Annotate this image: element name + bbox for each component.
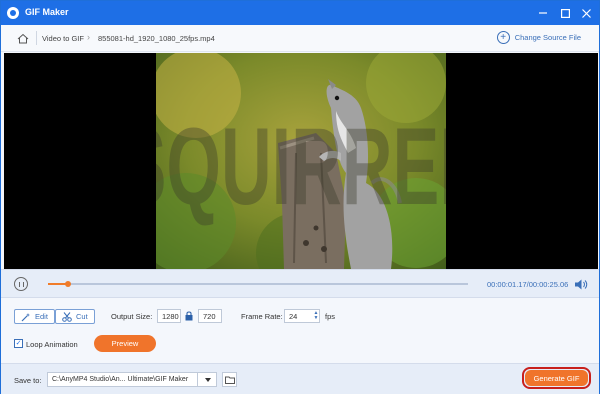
save-path-field[interactable]: C:\AnyMP4 Studio\An... Ultimate\GIF Make… bbox=[47, 372, 217, 387]
folder-icon bbox=[224, 376, 235, 384]
scissors-icon bbox=[62, 311, 72, 322]
gif-maker-window: GIF Maker Video to GIF › 855081-hd_1920_… bbox=[0, 0, 600, 394]
squirrel-video-image: SQUIRREL bbox=[156, 53, 446, 269]
nav-divider bbox=[36, 31, 37, 45]
chevron-down-icon[interactable]: ▼ bbox=[314, 316, 319, 321]
volume-button[interactable] bbox=[574, 278, 588, 291]
change-source-file-button[interactable]: + Change Source File bbox=[496, 31, 581, 44]
breadcrumb-separator-icon: › bbox=[87, 32, 90, 42]
output-size-label: Output Size: bbox=[111, 312, 153, 321]
edit-label: Edit bbox=[35, 312, 48, 321]
dropdown-arrow-icon bbox=[204, 377, 211, 382]
progress-handle[interactable] bbox=[64, 281, 71, 287]
save-path-dropdown[interactable] bbox=[197, 372, 217, 387]
checkmark-icon: ✓ bbox=[15, 340, 22, 347]
lock-icon[interactable] bbox=[185, 311, 193, 321]
breadcrumb-video-to-gif[interactable]: Video to GIF bbox=[42, 34, 84, 43]
save-to-label: Save to: bbox=[14, 376, 42, 385]
video-overlay-text: SQUIRREL bbox=[156, 107, 446, 228]
width-input[interactable]: 1280 bbox=[157, 309, 181, 323]
pause-icon bbox=[18, 281, 24, 287]
generate-gif-highlight: Generate GIF bbox=[522, 367, 591, 389]
footer-bar: Save to: C:\AnyMP4 Studio\An... Ultimate… bbox=[1, 363, 599, 394]
change-source-label: Change Source File bbox=[514, 33, 581, 42]
window-title: GIF Maker bbox=[25, 7, 69, 17]
frame-rate-stepper[interactable]: ▲ ▼ bbox=[312, 309, 320, 323]
video-preview[interactable]: SQUIRREL bbox=[4, 53, 598, 269]
minimize-button[interactable] bbox=[535, 5, 551, 21]
preview-button[interactable]: Preview bbox=[94, 335, 156, 352]
breadcrumb-file-name: 855081-hd_1920_1080_25fps.mp4 bbox=[98, 34, 215, 43]
navigation-bar: Video to GIF › 855081-hd_1920_1080_25fps… bbox=[1, 25, 599, 52]
video-frame: SQUIRREL bbox=[156, 53, 446, 269]
pause-button[interactable] bbox=[14, 277, 28, 291]
edit-button[interactable]: Edit bbox=[14, 309, 55, 324]
magic-wand-icon bbox=[21, 312, 30, 321]
frame-rate-label: Frame Rate: bbox=[241, 312, 283, 321]
height-input[interactable]: 720 bbox=[198, 309, 222, 323]
loop-animation-label[interactable]: Loop Animation bbox=[26, 340, 78, 349]
loop-animation-checkbox[interactable]: ✓ bbox=[14, 339, 23, 348]
cut-label: Cut bbox=[76, 312, 88, 321]
minimize-icon bbox=[539, 12, 547, 14]
generate-gif-button[interactable]: Generate GIF bbox=[525, 370, 588, 386]
playback-controls: 00:00:01.17/00:00:25.06 bbox=[1, 269, 599, 298]
open-folder-button[interactable] bbox=[222, 372, 237, 387]
cut-button[interactable]: Cut bbox=[55, 309, 95, 324]
time-display: 00:00:01.17/00:00:25.06 bbox=[487, 280, 569, 289]
plus-circle-icon: + bbox=[496, 31, 510, 44]
gif-settings-panel: Edit Cut Output Size: 1280 720 Frame Rat… bbox=[1, 299, 599, 361]
close-icon bbox=[581, 8, 591, 18]
maximize-button[interactable] bbox=[557, 5, 573, 21]
app-logo-icon bbox=[7, 7, 19, 19]
title-bar: GIF Maker bbox=[1, 1, 599, 25]
fps-unit-label: fps bbox=[325, 312, 336, 321]
home-icon bbox=[17, 33, 29, 43]
volume-icon bbox=[575, 279, 588, 290]
progress-slider[interactable] bbox=[48, 281, 468, 287]
close-button[interactable] bbox=[578, 5, 594, 21]
home-button[interactable] bbox=[15, 30, 31, 46]
maximize-icon bbox=[560, 8, 570, 18]
